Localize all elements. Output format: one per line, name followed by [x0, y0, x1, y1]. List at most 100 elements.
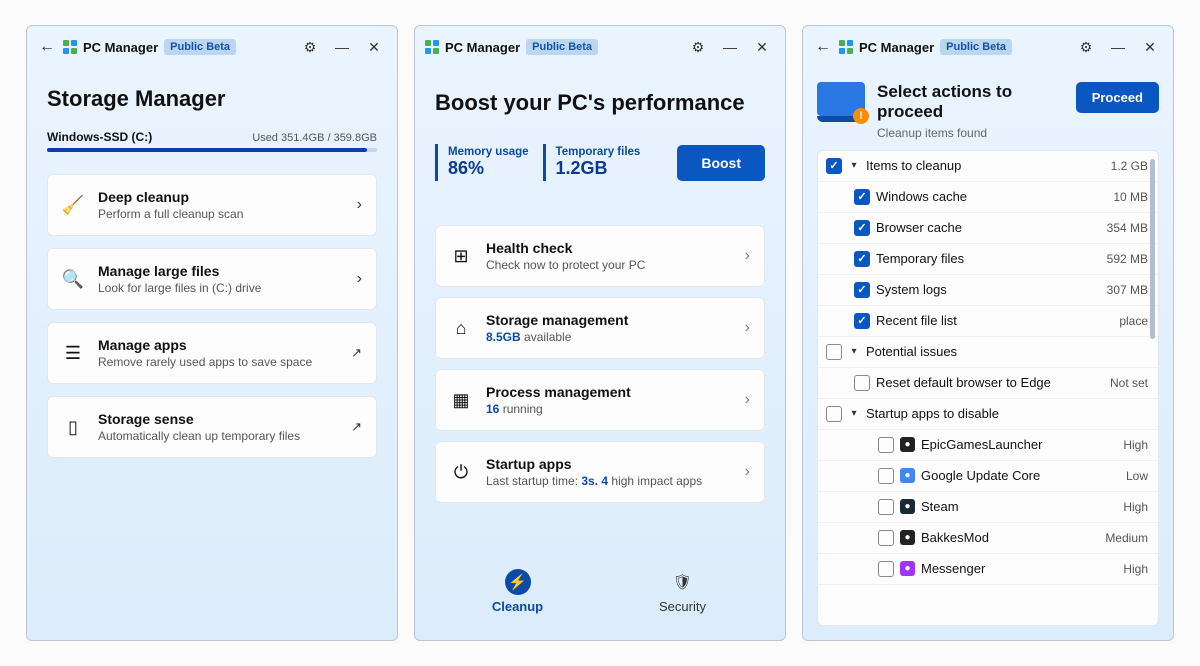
list-item[interactable]: Browser cache354 MB: [818, 213, 1158, 244]
settings-button[interactable]: ⚙: [1073, 34, 1099, 60]
list-item[interactable]: Temporary files592 MB: [818, 244, 1158, 275]
checkbox[interactable]: [854, 375, 870, 391]
group-items-to-cleanup[interactable]: ▾ Items to cleanup 1.2 GB: [818, 151, 1158, 182]
close-button[interactable]: ✕: [1137, 34, 1163, 60]
card-subtitle: 8.5GB available: [486, 330, 731, 344]
card-subtitle: Check now to protect your PC: [486, 258, 731, 272]
card-process-management[interactable]: ▦ Process management 16 running ›: [435, 369, 765, 431]
minimize-button[interactable]: —: [1105, 34, 1131, 60]
public-beta-badge: Public Beta: [164, 39, 236, 55]
checkbox[interactable]: [878, 561, 894, 577]
checkbox[interactable]: [878, 499, 894, 515]
drive-usage-label: Used 351.4GB / 359.8GB: [252, 132, 377, 144]
checkbox[interactable]: [854, 189, 870, 205]
card-health-check[interactable]: ⊞ Health check Check now to protect your…: [435, 225, 765, 287]
checkbox[interactable]: [854, 251, 870, 267]
checkbox[interactable]: [878, 530, 894, 546]
item-value: 354 MB: [1101, 221, 1148, 235]
page-title: Select actions to proceed: [877, 82, 1064, 123]
app-title: PC Manager: [83, 40, 158, 55]
back-button[interactable]: ←: [37, 38, 57, 56]
open-external-icon: ↗: [351, 345, 362, 361]
list-item[interactable]: ●EpicGamesLauncherHigh: [818, 430, 1158, 461]
item-value: Medium: [1099, 531, 1148, 545]
app-logo-icon: [63, 40, 77, 54]
page-title: Storage Manager: [47, 86, 377, 112]
card-startup-apps[interactable]: ⏻ Startup apps Last startup time: 3s. 4 …: [435, 441, 765, 503]
drive-usage-fill: [47, 148, 367, 152]
item-value: 10 MB: [1107, 190, 1148, 204]
list-item[interactable]: System logs307 MB: [818, 275, 1158, 306]
proceed-button[interactable]: Proceed: [1076, 82, 1159, 113]
laptop-warning-icon: !: [817, 82, 865, 122]
checkbox[interactable]: [854, 282, 870, 298]
drive-usage-bar: [47, 148, 377, 152]
magnify-icon: 🔍: [62, 269, 84, 290]
lightning-icon: ⚡: [505, 569, 531, 595]
item-label: Messenger: [921, 561, 1111, 576]
chevron-right-icon: ›: [357, 196, 362, 214]
list-icon: ☰: [62, 343, 84, 364]
item-value: High: [1117, 562, 1148, 576]
checkbox[interactable]: [826, 406, 842, 422]
item-label: BakkesMod: [921, 530, 1093, 545]
list-item[interactable]: ● BakkesMod Medium: [818, 523, 1158, 554]
close-button[interactable]: ✕: [361, 34, 387, 60]
card-title: Health check: [486, 240, 731, 256]
chevron-right-icon: ›: [745, 247, 750, 265]
list-item[interactable]: Recent file listplace: [818, 306, 1158, 337]
card-manage-apps[interactable]: ☰ Manage apps Remove rarely used apps to…: [47, 322, 377, 384]
checkbox[interactable]: [826, 158, 842, 174]
group-label: Potential issues: [866, 344, 1148, 359]
card-storage-sense[interactable]: ▯ Storage sense Automatically clean up t…: [47, 396, 377, 458]
stat-value: 86%: [448, 158, 529, 179]
list-item[interactable]: ●SteamHigh: [818, 492, 1158, 523]
checkbox[interactable]: [854, 220, 870, 236]
list-item[interactable]: Windows cache10 MB: [818, 182, 1158, 213]
boost-button[interactable]: Boost: [677, 145, 765, 181]
titlebar: ← PC Manager Public Beta ⚙ — ✕: [27, 26, 397, 68]
settings-button[interactable]: ⚙: [297, 34, 323, 60]
item-label: Steam: [921, 499, 1111, 514]
card-deep-cleanup[interactable]: 🧹 Deep cleanup Perform a full cleanup sc…: [47, 174, 377, 236]
process-icon: ▦: [450, 390, 472, 411]
back-button[interactable]: ←: [813, 38, 833, 56]
close-button[interactable]: ✕: [749, 34, 775, 60]
settings-button[interactable]: ⚙: [685, 34, 711, 60]
chevron-down-icon: ▾: [848, 160, 860, 171]
scrollbar[interactable]: [1150, 159, 1155, 339]
tab-cleanup[interactable]: ⚡ Cleanup: [435, 569, 600, 614]
checkbox[interactable]: [826, 344, 842, 360]
chevron-right-icon: ›: [745, 319, 750, 337]
list-item[interactable]: ●Google Update CoreLow: [818, 461, 1158, 492]
list-item[interactable]: Reset default browser to EdgeNot set: [818, 368, 1158, 399]
app-icon: ●: [900, 561, 915, 576]
group-label: Items to cleanup: [866, 158, 1099, 173]
phone-icon: ▯: [62, 417, 84, 438]
open-external-icon: ↗: [351, 419, 362, 435]
chevron-down-icon: ▾: [848, 346, 860, 357]
stats-row: Memory usage 86% Temporary files 1.2GB B…: [435, 144, 765, 181]
card-storage-management[interactable]: ⌂ Storage management 8.5GB available ›: [435, 297, 765, 359]
card-title: Process management: [486, 384, 731, 400]
chevron-right-icon: ›: [357, 270, 362, 288]
checkbox[interactable]: [854, 313, 870, 329]
checkbox[interactable]: [878, 437, 894, 453]
group-potential-issues[interactable]: ▾ Potential issues: [818, 337, 1158, 368]
public-beta-badge: Public Beta: [526, 39, 598, 55]
app-icon: ●: [900, 530, 915, 545]
drive-name: Windows-SSD (C:): [47, 130, 152, 144]
item-value: 592 MB: [1101, 252, 1148, 266]
tab-security[interactable]: 🛡 Security: [600, 569, 765, 614]
minimize-button[interactable]: —: [717, 34, 743, 60]
checkbox[interactable]: [878, 468, 894, 484]
public-beta-badge: Public Beta: [940, 39, 1012, 55]
minimize-button[interactable]: —: [329, 34, 355, 60]
stat-value: 1.2GB: [556, 158, 641, 179]
group-startup-apps[interactable]: ▾ Startup apps to disable: [818, 399, 1158, 430]
card-manage-large-files[interactable]: 🔍 Manage large files Look for large file…: [47, 248, 377, 310]
card-title: Deep cleanup: [98, 189, 343, 205]
item-label: System logs: [876, 282, 1095, 297]
list-item[interactable]: ● Messenger High: [818, 554, 1158, 585]
page-title: Boost your PC's performance: [435, 90, 765, 116]
